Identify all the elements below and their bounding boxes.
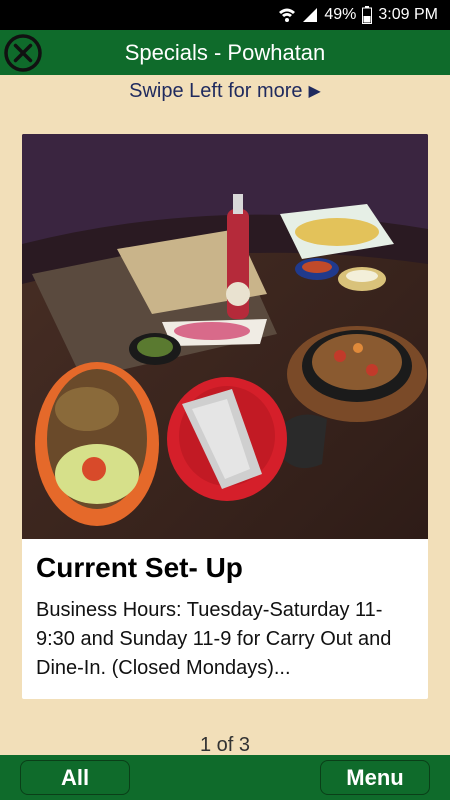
- page-indicator: 1 of 3: [199, 734, 251, 756]
- special-title: Current Set- Up: [36, 552, 243, 583]
- status-bar: 49% 3:09 PM: [0, 0, 450, 30]
- page-title: Specials - Powhatan: [124, 39, 326, 65]
- special-card[interactable]: Current Set- Up Business Hours: Tuesday-…: [22, 134, 428, 699]
- swipe-hint: Swipe Left for more ▶: [0, 78, 450, 104]
- battery-percent: 49%: [324, 6, 357, 23]
- special-photo: [22, 134, 428, 539]
- all-button[interactable]: All: [20, 760, 130, 795]
- close-circle-icon: [4, 34, 42, 72]
- clock: 3:09 PM: [378, 6, 438, 23]
- arrow-right-icon: ▶: [308, 83, 321, 100]
- wifi-icon: [278, 7, 296, 23]
- header-bar: Specials - Powhatan: [0, 30, 450, 75]
- bottom-nav: All Menu: [0, 755, 450, 800]
- battery-icon: [362, 6, 373, 24]
- swipe-hint-label: Swipe Left for more: [129, 79, 303, 102]
- menu-button[interactable]: Menu: [320, 760, 430, 795]
- close-button[interactable]: [2, 32, 44, 74]
- signal-icon: [302, 7, 318, 23]
- special-description: Business Hours: Tuesday-Saturday 11-9:30…: [36, 599, 392, 679]
